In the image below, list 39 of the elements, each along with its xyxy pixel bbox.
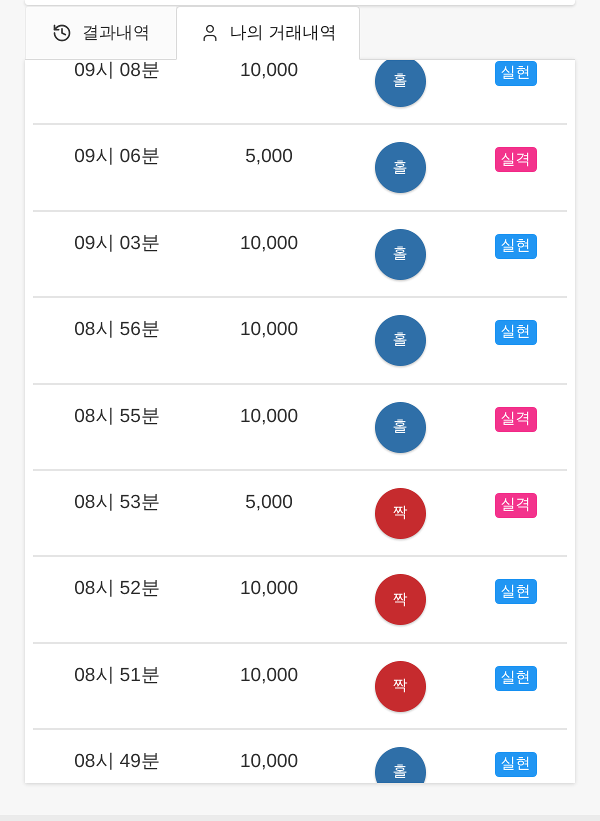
- amount-cell: 10,000: [240, 60, 298, 83]
- time-cell: 08시 52분: [74, 577, 160, 602]
- result-badge: 실격: [494, 147, 536, 172]
- time-cell: 08시 55분: [74, 404, 160, 429]
- time-cell: 09시 03분: [74, 232, 160, 256]
- pick-badge: 홀: [374, 142, 426, 194]
- tab[interactable]: 결과내역: [25, 6, 176, 59]
- history-icon: [52, 23, 72, 43]
- result-badge: 실현: [494, 320, 536, 346]
- amount-cell: 10,000: [240, 664, 298, 688]
- pick-badge: 홀: [374, 402, 426, 453]
- pick-badge: 짝: [374, 660, 426, 712]
- pick-badge: 짝: [374, 488, 426, 539]
- time-cell: 08시 53분: [74, 490, 160, 515]
- time-cell: 08시 56분: [74, 318, 160, 342]
- amount-cell: 10,000: [240, 232, 298, 256]
- result-badge: 실현: [494, 579, 536, 604]
- time-cell: 08시 51분: [74, 664, 160, 688]
- pick-badge: 짝: [374, 574, 426, 626]
- pick-badge: 홀: [374, 60, 426, 107]
- amount-cell: 5,000: [245, 490, 293, 515]
- pick-badge: 홀: [374, 228, 426, 280]
- result-badge: 실현: [494, 666, 536, 691]
- tab[interactable]: 나의 거래내역: [176, 6, 360, 60]
- pick-badge: 홀: [374, 315, 426, 366]
- time-cell: 09시 06분: [74, 145, 160, 170]
- amount-cell: 10,000: [240, 404, 298, 429]
- amount-cell: 10,000: [240, 577, 298, 602]
- time-cell: 08시 49분: [74, 750, 160, 774]
- result-badge: 실현: [494, 61, 536, 86]
- result-badge: 실격: [494, 406, 536, 432]
- amount-cell: 10,000: [240, 750, 298, 774]
- amount-cell: 10,000: [240, 318, 298, 342]
- pick-badge: 홀: [374, 747, 426, 783]
- time-cell: 09시 08분: [74, 60, 160, 83]
- amount-cell: 5,000: [245, 145, 293, 170]
- result-badge: 실격: [494, 492, 536, 518]
- result-badge: 실현: [494, 752, 536, 778]
- result-badge: 실현: [494, 234, 536, 259]
